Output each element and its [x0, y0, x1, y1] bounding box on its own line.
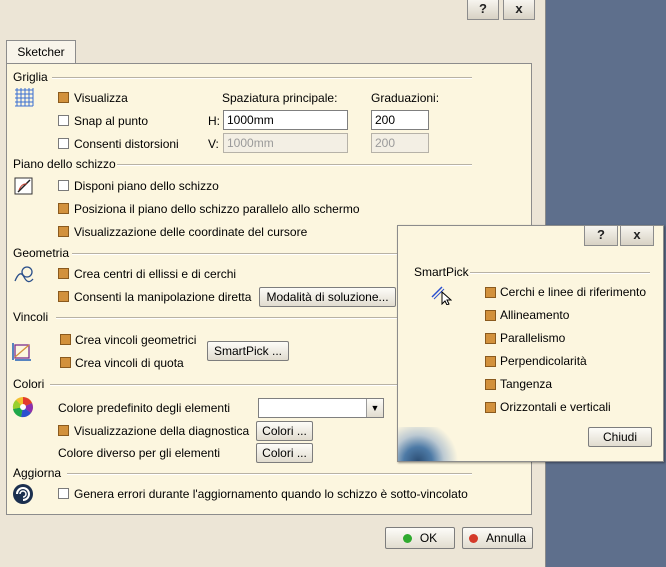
- color-wheel-icon: [12, 397, 33, 418]
- visualizza-label: Visualizza: [74, 91, 128, 105]
- separator: [72, 253, 397, 255]
- v-label: V:: [208, 137, 219, 151]
- h-spacing-input[interactable]: 1000mm: [223, 110, 348, 130]
- ok-button[interactable]: OK: [385, 527, 455, 549]
- colori-diverso-button[interactable]: Colori ...: [256, 443, 313, 463]
- perpendicolarita-checkbox[interactable]: [485, 356, 496, 367]
- geometry-icon: [14, 266, 34, 283]
- section-title-colori: Colori: [13, 377, 45, 391]
- piano-parallelo-label: Posiziona il piano dello schizzo paralle…: [74, 202, 360, 216]
- disponi-piano-checkbox[interactable]: [58, 180, 69, 191]
- ok-label: OK: [419, 531, 438, 545]
- distorsioni-checkbox[interactable]: [58, 138, 69, 149]
- annulla-label: Annulla: [485, 531, 527, 545]
- annulla-button[interactable]: Annulla: [462, 527, 533, 549]
- tab-sketcher[interactable]: Sketcher: [6, 40, 76, 64]
- parallelismo-checkbox[interactable]: [485, 333, 496, 344]
- v-graduations-input[interactable]: 200: [371, 133, 429, 153]
- tangenza-label: Tangenza: [500, 377, 553, 391]
- centri-ellissi-label: Crea centri di ellissi e di cerchi: [74, 267, 237, 281]
- section-title-piano: Piano dello schizzo: [13, 157, 116, 171]
- sketch-plane-icon: [14, 177, 33, 195]
- chevron-down-icon[interactable]: ▼: [366, 399, 383, 417]
- perpendicolarita-label: Perpendicolarità: [500, 354, 587, 368]
- h-label: H:: [208, 114, 220, 128]
- snap-label: Snap al punto: [74, 114, 149, 128]
- colore-diverso-label: Colore diverso per gli elementi: [58, 446, 221, 460]
- separator: [52, 77, 472, 79]
- vincoli-quota-checkbox[interactable]: [60, 357, 71, 368]
- cancel-icon: [468, 534, 478, 543]
- h-graduations-input[interactable]: 200: [371, 110, 429, 130]
- vincoli-geometrici-label: Crea vincoli geometrici: [75, 333, 197, 347]
- cerchi-linee-label: Cerchi e linee di riferimento: [500, 285, 647, 299]
- chiudi-button[interactable]: Chiudi: [588, 427, 652, 447]
- distorsioni-label: Consenti distorsioni: [74, 137, 179, 151]
- close-button[interactable]: x: [503, 0, 535, 20]
- manipolazione-diretta-checkbox[interactable]: [58, 291, 69, 302]
- colori-diagnostica-button[interactable]: Colori ...: [256, 421, 313, 441]
- modalita-soluzione-button[interactable]: Modalità di soluzione...: [259, 287, 396, 307]
- genera-errori-checkbox[interactable]: [58, 488, 69, 499]
- visualizza-checkbox[interactable]: [58, 92, 69, 103]
- section-title-griglia: Griglia: [13, 70, 48, 84]
- vincoli-geometrici-checkbox[interactable]: [60, 334, 71, 345]
- separator: [67, 473, 472, 475]
- tangenza-checkbox[interactable]: [485, 379, 496, 390]
- separator: [117, 164, 472, 166]
- parallelismo-label: Parallelismo: [500, 331, 566, 345]
- separator: [56, 317, 397, 319]
- smartpick-icon: [431, 286, 452, 305]
- smartpick-help-button[interactable]: ?: [584, 226, 618, 246]
- smartpick-title: SmartPick: [414, 265, 469, 279]
- smartpick-close-button[interactable]: x: [620, 226, 654, 246]
- section-title-vincoli: Vincoli: [13, 310, 49, 324]
- section-title-geometria: Geometria: [13, 246, 70, 260]
- v-spacing-input[interactable]: 1000mm: [223, 133, 348, 153]
- section-title-aggiorna: Aggiorna: [13, 466, 62, 480]
- coordinate-cursore-label: Visualizzazione delle coordinate del cur…: [74, 225, 308, 239]
- disponi-piano-label: Disponi piano dello schizzo: [74, 179, 219, 193]
- cerchi-linee-checkbox[interactable]: [485, 287, 496, 298]
- grid-icon: [15, 88, 34, 107]
- graduazioni-label: Graduazioni:: [371, 91, 440, 105]
- vincoli-quota-label: Crea vincoli di quota: [75, 356, 184, 370]
- colore-predefinito-label: Colore predefinito degli elementi: [58, 401, 231, 415]
- allineamento-checkbox[interactable]: [485, 310, 496, 321]
- separator: [470, 272, 650, 274]
- spaziatura-label: Spaziatura principale:: [222, 91, 338, 105]
- colore-predefinito-select[interactable]: ▼: [258, 398, 384, 418]
- separator: [50, 384, 397, 386]
- snap-checkbox[interactable]: [58, 115, 69, 126]
- allineamento-label: Allineamento: [500, 308, 570, 322]
- update-icon: [13, 484, 33, 504]
- help-button[interactable]: ?: [467, 0, 499, 20]
- smartpick-button[interactable]: SmartPick ...: [207, 341, 289, 361]
- diagnostica-checkbox[interactable]: [58, 425, 69, 436]
- coordinate-cursore-checkbox[interactable]: [58, 226, 69, 237]
- smartpick-dialog: ? x SmartPick Cerchi e linee di riferime…: [397, 225, 664, 462]
- constraints-icon: [12, 343, 31, 361]
- piano-parallelo-checkbox[interactable]: [58, 203, 69, 214]
- globe-icon: [398, 427, 458, 461]
- diagnostica-label: Visualizzazione della diagnostica: [74, 424, 250, 438]
- orizzontali-verticali-label: Orizzontali e verticali: [500, 400, 611, 414]
- genera-errori-label: Genera errori durante l'aggiornamento qu…: [74, 487, 468, 501]
- ok-icon: [402, 534, 412, 543]
- centri-ellissi-checkbox[interactable]: [58, 268, 69, 279]
- manipolazione-diretta-label: Consenti la manipolazione diretta: [74, 290, 252, 304]
- orizzontali-verticali-checkbox[interactable]: [485, 402, 496, 413]
